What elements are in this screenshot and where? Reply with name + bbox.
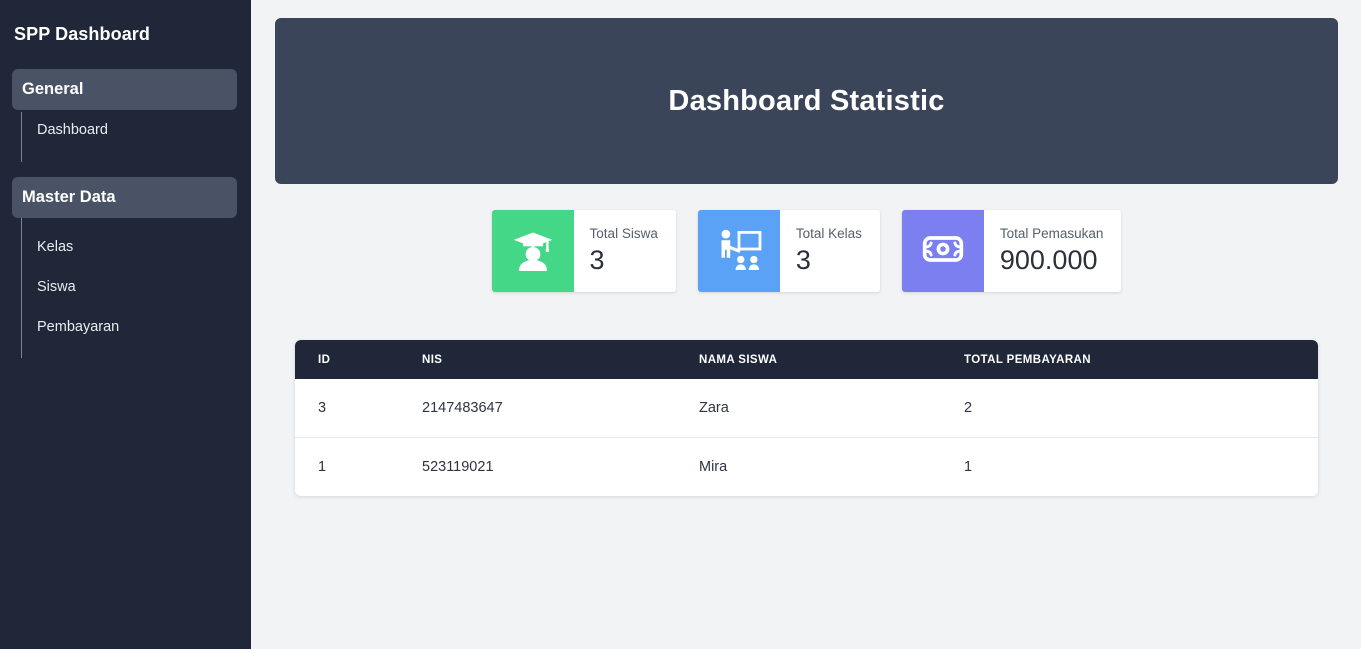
cell-nama-siswa: Mira bbox=[699, 459, 728, 475]
cell-nis: 523119021 bbox=[422, 459, 494, 475]
stat-card-value: 3 bbox=[589, 244, 605, 275]
sidebar-item-pembayaran[interactable]: Pembayaran bbox=[0, 307, 251, 347]
stat-card-icon-wrap bbox=[901, 210, 984, 292]
table-row[interactable]: 3 2147483647 Zara 2 bbox=[295, 379, 1318, 438]
app-root: SPP Dashboard General Dashboard Master D… bbox=[0, 0, 1361, 649]
stat-card-value: 900.000 bbox=[999, 244, 1098, 275]
table-header-row: ID NIS NAMA SISWA TOTAL PEMBAYARAN bbox=[295, 340, 1318, 379]
teacher-classroom-icon bbox=[716, 228, 762, 275]
table-column-header-nis[interactable]: NIS bbox=[422, 340, 699, 379]
stat-card-total-kelas[interactable]: Total Kelas 3 bbox=[697, 210, 880, 292]
cell-id: 3 bbox=[295, 379, 422, 438]
sidebar-subnav-general: Dashboard bbox=[0, 110, 251, 168]
sidebar-nav: General Dashboard Master Data Kelas Sisw… bbox=[0, 69, 251, 368]
money-banknote-icon bbox=[921, 227, 965, 276]
table-head: ID NIS NAMA SISWA TOTAL PEMBAYARAN bbox=[295, 340, 1318, 379]
sidebar-item-label: Dashboard bbox=[37, 122, 108, 138]
stat-card-total-pemasukan[interactable]: Total Pemasukan 900.000 bbox=[901, 210, 1122, 292]
sidebar: SPP Dashboard General Dashboard Master D… bbox=[0, 0, 251, 649]
stat-card-label: Total Pemasukan bbox=[999, 225, 1104, 241]
table-row[interactable]: 1 523119021 Mira 1 bbox=[295, 438, 1318, 497]
cell-id: 1 bbox=[318, 459, 327, 475]
cell-nama-siswa: Zara bbox=[699, 379, 964, 438]
stat-cards: Total Siswa 3 Total Kelas 3 Total Pemasu… bbox=[275, 210, 1338, 292]
stat-card-body: Total Pemasukan 900.000 bbox=[984, 210, 1122, 292]
sidebar-subnav-master-data: Kelas Siswa Pembayaran bbox=[0, 218, 251, 368]
sidebar-group-general: General Dashboard bbox=[0, 69, 251, 168]
sidebar-item-label: Pembayaran bbox=[37, 319, 120, 335]
page-title: Dashboard Statistic bbox=[668, 84, 945, 117]
stat-card-body: Total Kelas 3 bbox=[780, 210, 880, 292]
cell-total-pembayaran: 1 bbox=[964, 459, 973, 475]
stat-card-label: Total Siswa bbox=[589, 225, 658, 241]
sidebar-item-label: Siswa bbox=[37, 279, 76, 295]
stat-card-value: 3 bbox=[795, 244, 811, 275]
table-column-header-nama-siswa[interactable]: NAMA SISWA bbox=[699, 340, 964, 379]
cell-total-pembayaran: 2 bbox=[964, 379, 1318, 438]
stat-card-icon-wrap bbox=[697, 210, 780, 292]
table-column-header-total-pembayaran[interactable]: TOTAL PEMBAYARAN bbox=[964, 340, 1318, 379]
main-content: Dashboard Statistic Total Siswa 3 Total … bbox=[251, 0, 1361, 649]
app-brand-title: SPP Dashboard bbox=[14, 24, 151, 44]
sidebar-section-header-master-data[interactable]: Master Data bbox=[12, 177, 237, 218]
table-body: 3 2147483647 Zara 2 1 523119021 Mira 1 bbox=[295, 379, 1318, 496]
table-column-header-id[interactable]: ID bbox=[295, 340, 422, 379]
sidebar-item-label: Kelas bbox=[37, 239, 74, 255]
cell-nis: 2147483647 bbox=[422, 379, 699, 438]
sidebar-item-dashboard[interactable]: Dashboard bbox=[0, 110, 251, 150]
stat-card-label: Total Kelas bbox=[795, 225, 862, 241]
sidebar-item-siswa[interactable]: Siswa bbox=[0, 267, 251, 307]
stat-card-icon-wrap bbox=[491, 210, 574, 292]
stat-card-total-siswa[interactable]: Total Siswa 3 bbox=[491, 210, 676, 292]
sidebar-section-header-general[interactable]: General bbox=[12, 69, 237, 110]
payments-table: ID NIS NAMA SISWA TOTAL PEMBAYARAN 3 214… bbox=[295, 340, 1318, 496]
student-graduate-icon bbox=[511, 227, 555, 276]
page-banner: Dashboard Statistic bbox=[275, 18, 1338, 184]
sidebar-item-kelas[interactable]: Kelas bbox=[0, 227, 251, 267]
payments-table-card: ID NIS NAMA SISWA TOTAL PEMBAYARAN 3 214… bbox=[295, 340, 1318, 496]
stat-card-body: Total Siswa 3 bbox=[574, 210, 676, 292]
sidebar-group-master-data: Master Data Kelas Siswa Pembayaran bbox=[0, 177, 251, 368]
